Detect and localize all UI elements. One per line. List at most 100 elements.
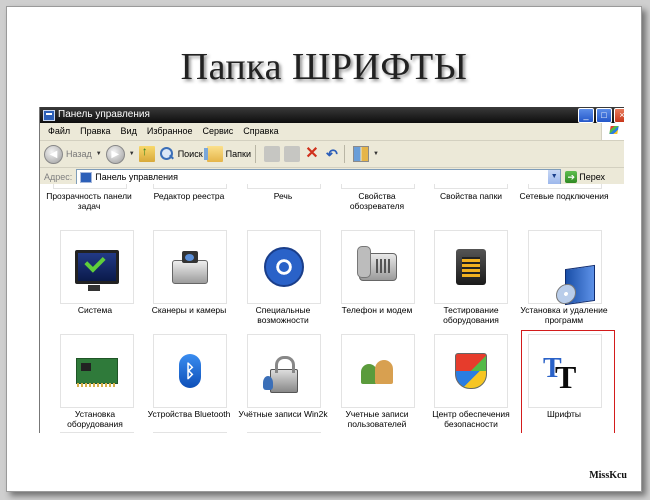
item-label: Система — [77, 305, 113, 315]
folder-up-icon — [138, 144, 155, 162]
delete-button[interactable]: ✕ — [304, 146, 320, 162]
item-scanners-cameras[interactable] — [153, 230, 227, 304]
forward-dropdown-icon: ▼ — [128, 151, 135, 157]
users-icon — [361, 356, 395, 386]
address-label: Адрес: — [44, 172, 73, 182]
go-button[interactable]: ➔ Перех — [565, 171, 605, 183]
tile-edge — [247, 184, 321, 189]
window-title: Панель управления — [58, 109, 150, 120]
security-shield-icon — [455, 353, 487, 389]
menu-file[interactable]: Файл — [40, 123, 75, 140]
minimize-button[interactable]: _ — [578, 108, 594, 123]
menu-bar: Файл Правка Вид Избранное Сервис Справка — [40, 123, 624, 141]
item-label: Установка оборудования — [67, 409, 123, 429]
back-arrow-icon: ◀ — [44, 144, 63, 164]
copy-to-button[interactable] — [283, 146, 300, 162]
item-add-hardware[interactable] — [60, 334, 134, 408]
author-credit: MissKcu — [589, 470, 627, 481]
scanner-icon — [172, 251, 208, 284]
close-button[interactable]: × — [614, 108, 624, 123]
up-button[interactable] — [138, 144, 155, 162]
search-button[interactable]: Поиск — [159, 146, 203, 162]
item-taskbar-transparency[interactable]: Прозрачность панели задач — [42, 191, 136, 211]
tile-edge — [247, 432, 321, 433]
hardware-card-icon — [76, 358, 118, 387]
move-to-button[interactable] — [263, 146, 280, 162]
accessibility-icon — [264, 247, 304, 287]
toolbar: ◀ Назад ▼ ▶ ▼ Поиск Папки ✕ ↶ — [40, 141, 624, 168]
menu-favorites[interactable]: Избранное — [142, 123, 198, 140]
item-label: Устройства Bluetooth — [147, 409, 231, 419]
tile-edge — [153, 432, 227, 433]
item-folder-options[interactable]: Свойства папки — [424, 191, 518, 201]
item-label: Сканеры и камеры — [151, 305, 227, 315]
tile-edge — [53, 184, 127, 189]
folders-button[interactable]: Папки — [203, 146, 251, 162]
item-add-remove-programs[interactable] — [528, 230, 602, 306]
item-network-connections[interactable]: Сетевые подключения — [517, 191, 611, 201]
item-speech[interactable]: Речь — [236, 191, 330, 201]
item-label: Учётные записи Win2k — [238, 409, 328, 419]
control-panel-icon — [43, 110, 55, 121]
views-button[interactable]: ▼ — [352, 146, 379, 162]
slide-title: Папка ШРИФТЫ — [180, 46, 468, 88]
tile-edge — [434, 184, 508, 189]
item-system[interactable] — [60, 230, 134, 304]
folders-icon — [203, 146, 223, 162]
windows-logo-icon — [601, 123, 624, 140]
address-dropdown-icon[interactable]: ▼ — [548, 170, 561, 184]
phone-icon — [357, 246, 397, 281]
views-icon — [352, 146, 369, 162]
item-label: Тестирование оборудования — [443, 305, 499, 325]
address-input[interactable]: Панель управления ▼ — [76, 169, 562, 185]
back-button[interactable]: ◀ Назад ▼ — [44, 144, 102, 164]
go-label: Перех — [579, 172, 606, 182]
address-value: Панель управления — [95, 172, 178, 182]
explorer-window: Панель управления _ □ × Файл Правка Вид … — [39, 107, 624, 433]
fonts-highlight-frame — [521, 330, 615, 433]
item-registry-editor[interactable]: Редактор реестра — [142, 191, 236, 201]
forward-arrow-icon: ▶ — [105, 144, 125, 164]
item-label: Специальные возможности — [255, 305, 311, 325]
item-label: Центр обеспечения безопасности — [432, 409, 510, 429]
back-label: Назад — [66, 149, 92, 159]
hardware-test-icon — [456, 249, 486, 285]
forward-button[interactable]: ▶ ▼ — [105, 144, 135, 164]
tile-edge — [341, 184, 415, 189]
folders-label: Папки — [225, 149, 251, 159]
control-panel-items: Прозрачность панели задач Редактор реест… — [40, 184, 624, 433]
lock-users-icon — [263, 356, 298, 393]
copy-to-icon — [283, 146, 300, 162]
go-arrow-icon: ➔ — [565, 171, 578, 183]
item-user-accounts[interactable] — [341, 334, 415, 408]
item-hardware-testing[interactable] — [434, 230, 508, 304]
menu-edit[interactable]: Правка — [75, 123, 115, 140]
item-phone-modem[interactable] — [341, 230, 415, 304]
window-titlebar[interactable]: Панель управления _ □ × — [40, 107, 624, 123]
item-label: Установка и удаление программ — [520, 305, 608, 325]
menu-help[interactable]: Справка — [238, 123, 283, 140]
menu-view[interactable]: Вид — [116, 123, 142, 140]
toolbar-separator — [343, 145, 345, 163]
install-programs-icon — [565, 264, 595, 306]
control-panel-icon — [80, 171, 93, 183]
tile-edge — [528, 184, 602, 189]
delete-icon: ✕ — [305, 145, 319, 162]
tile-edge — [60, 432, 134, 433]
undo-button[interactable]: ↶ — [324, 146, 340, 162]
item-label: Телефон и модем — [341, 305, 413, 315]
maximize-button[interactable]: □ — [596, 108, 612, 123]
search-icon — [159, 146, 175, 162]
item-internet-options[interactable]: Свойства обозревателя — [330, 191, 424, 211]
monitor-icon — [75, 250, 119, 291]
item-bluetooth-devices[interactable]: ᛒ — [153, 334, 227, 408]
menu-tools[interactable]: Сервис — [197, 123, 238, 140]
undo-icon: ↶ — [326, 146, 338, 162]
tile-edge — [153, 184, 227, 189]
move-to-icon — [263, 146, 280, 162]
toolbar-separator — [254, 145, 256, 163]
item-win2k-accounts[interactable] — [247, 334, 321, 408]
search-label: Поиск — [177, 149, 203, 159]
item-security-center[interactable] — [434, 334, 508, 408]
item-accessibility[interactable] — [247, 230, 321, 304]
